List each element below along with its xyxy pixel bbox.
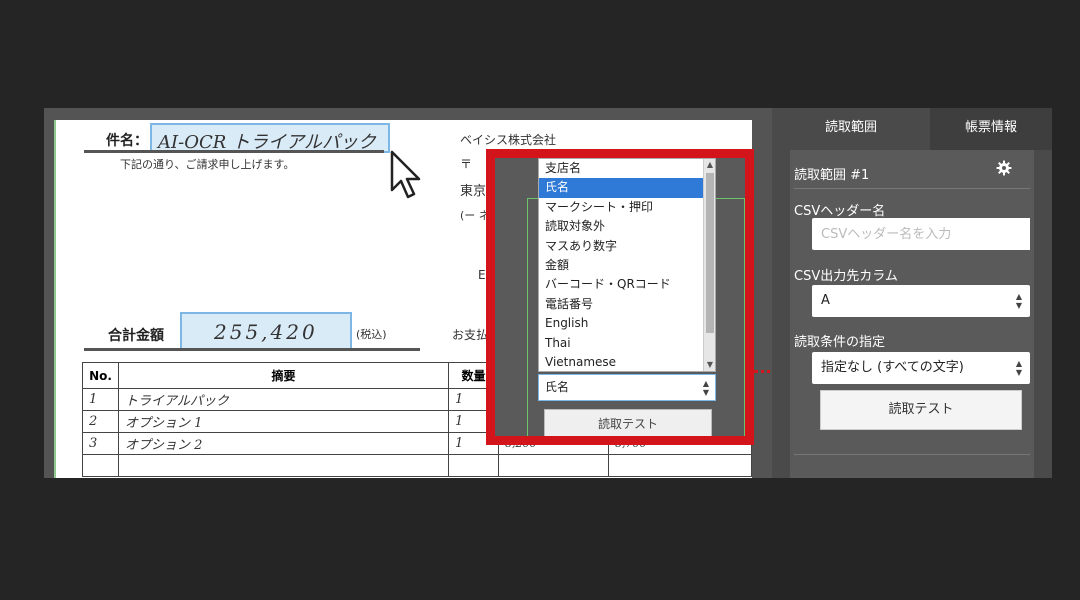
address-city: 東京 xyxy=(460,184,487,199)
gear-icon[interactable] xyxy=(996,160,1012,176)
row-cell xyxy=(82,454,119,477)
condition-select[interactable]: 指定なし (すべての文字) ▲ ▼ xyxy=(812,352,1030,384)
list-item[interactable]: Thai xyxy=(539,334,715,353)
total-underline xyxy=(84,348,420,351)
scrollbar-thumb[interactable] xyxy=(706,173,714,333)
list-item[interactable]: マスあり数字 xyxy=(539,237,715,256)
divider xyxy=(794,454,1030,455)
read-type-select-value: 氏名 xyxy=(545,380,570,394)
list-item[interactable]: 金額 xyxy=(539,256,715,275)
email-label: E xyxy=(478,268,486,282)
row-no: 2 xyxy=(82,410,119,433)
invoice-note: 下記の通り、ご請求申し上げます。 xyxy=(120,158,295,171)
row-description: トライアルパック xyxy=(118,388,449,411)
row-cell xyxy=(608,454,752,477)
select-arrows-icon: ▲ ▼ xyxy=(1015,359,1022,377)
csv-column-select[interactable]: A ▲ ▼ xyxy=(812,285,1030,317)
row-no: 1 xyxy=(82,388,119,411)
subject-label: 件名： xyxy=(106,133,148,149)
row-cell xyxy=(498,454,609,477)
csv-header-field[interactable] xyxy=(812,218,1030,250)
list-item[interactable]: Vietnamese xyxy=(539,353,715,371)
list-item[interactable]: 読取対象外 xyxy=(539,217,715,236)
table-row xyxy=(82,454,752,477)
csv-column-label: CSV出力先カラム xyxy=(794,269,898,284)
company-name: ベイシス株式会社 xyxy=(460,133,557,147)
read-type-select[interactable]: 氏名 ▲ ▼ xyxy=(538,374,716,401)
csv-header-label: CSVヘッダー名 xyxy=(794,204,886,219)
tab-read-region[interactable]: 読取範囲 xyxy=(772,108,930,150)
settings-panel: 読取範囲 帳票情報 読取範囲 #1 CSVヘッダー名 CSV出力先カラム A ▲… xyxy=(772,108,1052,478)
csv-header-input[interactable] xyxy=(821,218,1030,250)
highlighted-dropdown-frame: 支店名 氏名 マークシート・押印 読取対象外 マスあり数字 金額 バーコード・Q… xyxy=(486,149,754,445)
row-description: オプション 1 xyxy=(118,410,449,433)
payment-label: お支払 xyxy=(452,328,489,342)
tax-note: (税込) xyxy=(356,328,387,341)
read-test-button-popup[interactable]: 読取テスト xyxy=(544,409,712,436)
scroll-down-icon[interactable]: ▼ xyxy=(704,359,715,371)
read-type-listbox[interactable]: 支店名 氏名 マークシート・押印 読取対象外 マスあり数字 金額 バーコード・Q… xyxy=(538,158,716,372)
list-item-selected[interactable]: 氏名 xyxy=(539,178,715,198)
row-cell xyxy=(448,454,499,477)
list-item[interactable]: バーコード・QRコード xyxy=(539,275,715,294)
row-no: 3 xyxy=(82,432,119,455)
table-header-description: 摘要 xyxy=(118,362,449,389)
listbox-scrollbar[interactable]: ▲ ▼ xyxy=(703,159,715,371)
condition-label: 読取条件の指定 xyxy=(794,335,886,350)
total-handwriting: 255,420 xyxy=(214,320,318,344)
panel-tabs: 読取範囲 帳票情報 xyxy=(772,108,1052,150)
scroll-up-icon[interactable]: ▲ xyxy=(704,159,715,171)
address-postal: 〒 xyxy=(460,157,473,171)
mouse-pointer-icon xyxy=(390,150,421,199)
tab-form-info[interactable]: 帳票情報 xyxy=(930,108,1052,150)
total-label: 合計金額 xyxy=(108,328,164,344)
select-arrows-icon: ▲ ▼ xyxy=(702,379,709,397)
row-description: オプション 2 xyxy=(118,432,449,455)
list-item[interactable]: 支店名 xyxy=(539,159,715,178)
list-item[interactable]: English xyxy=(539,314,715,333)
condition-value: 指定なし (すべての文字) xyxy=(821,360,964,375)
list-item[interactable]: 電話番号 xyxy=(539,295,715,314)
select-arrows-icon: ▲ ▼ xyxy=(1015,292,1022,310)
divider xyxy=(794,188,1030,189)
row-cell xyxy=(118,454,449,477)
read-test-button[interactable]: 読取テスト xyxy=(820,390,1022,430)
list-item[interactable]: マークシート・押印 xyxy=(539,198,715,217)
subject-underline xyxy=(84,150,384,153)
table-header-no: No. xyxy=(82,362,119,389)
csv-column-value: A xyxy=(821,293,830,308)
region-title: 読取範囲 #1 xyxy=(794,168,870,183)
